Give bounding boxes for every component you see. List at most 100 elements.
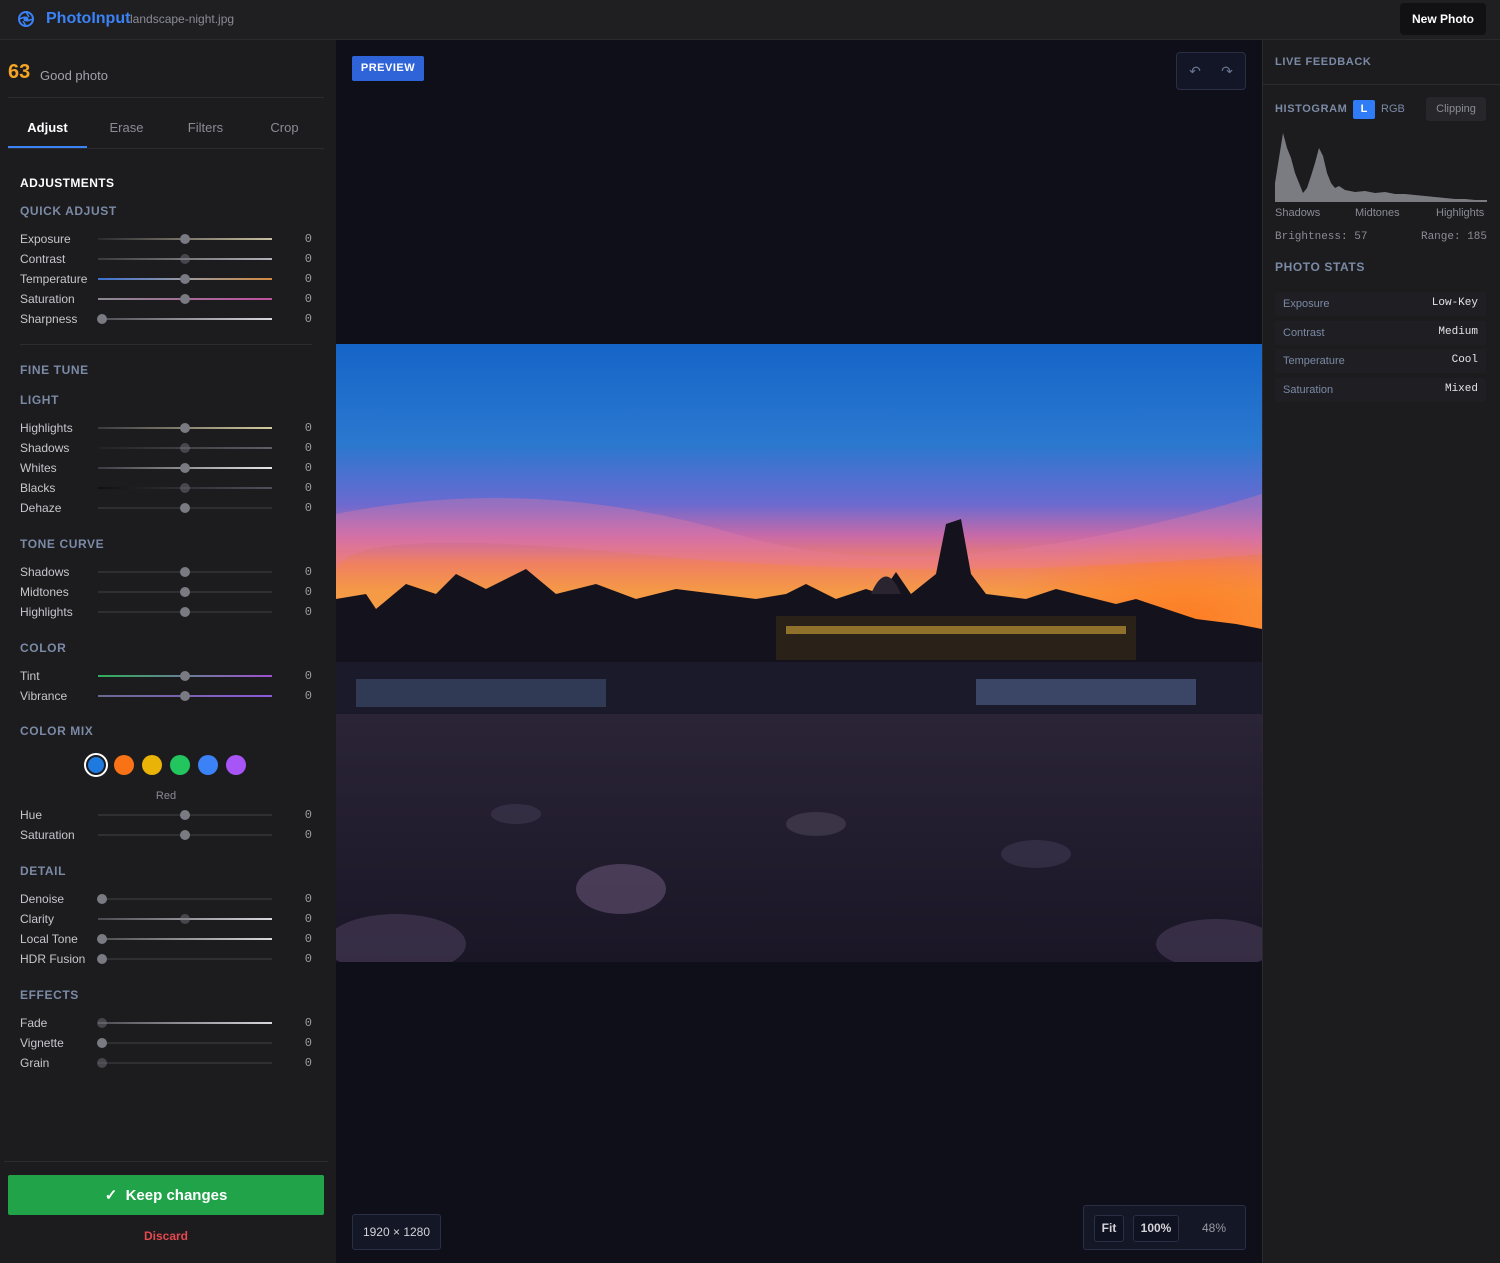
section-effects: EFFECTS bbox=[20, 988, 79, 1002]
slider-value: 0 bbox=[304, 501, 312, 515]
tab-erase[interactable]: Erase bbox=[87, 120, 166, 135]
swatch-orange[interactable] bbox=[114, 755, 134, 775]
image-dimensions: 1920 × 1280 bbox=[352, 1214, 441, 1250]
slider-handle[interactable] bbox=[97, 314, 107, 324]
slider-midtones: Midtones 0 bbox=[20, 585, 316, 599]
photo-preview[interactable] bbox=[336, 344, 1262, 962]
swatch-green[interactable] bbox=[170, 755, 190, 775]
slider-label: Vibrance bbox=[20, 689, 68, 703]
slider-value: 0 bbox=[304, 312, 312, 326]
slider-handle[interactable] bbox=[180, 423, 190, 433]
slider-value: 0 bbox=[304, 565, 312, 579]
slider-handle[interactable] bbox=[97, 934, 107, 944]
slider-tint: Tint 0 bbox=[20, 669, 316, 683]
slider-handle[interactable] bbox=[180, 483, 190, 493]
slider-track[interactable] bbox=[98, 958, 272, 960]
tab-crop[interactable]: Crop bbox=[245, 120, 324, 135]
score-label: Good photo bbox=[40, 68, 108, 83]
slider-handle[interactable] bbox=[180, 234, 190, 244]
histogram-mode-luminance[interactable]: L bbox=[1353, 100, 1375, 119]
slider-value: 0 bbox=[304, 912, 312, 926]
slider-handle[interactable] bbox=[97, 1018, 107, 1028]
range-readout: Range: 185 bbox=[1420, 231, 1487, 243]
slider-value: 0 bbox=[304, 585, 312, 599]
slider-handle[interactable] bbox=[97, 894, 107, 904]
color-mix-selected-label: Red bbox=[155, 790, 177, 802]
color-mix-swatches bbox=[84, 753, 256, 777]
swatch-blue[interactable] bbox=[198, 755, 218, 775]
slider-handle[interactable] bbox=[180, 254, 190, 264]
slider-label: Local Tone bbox=[20, 932, 78, 946]
discard-button[interactable]: Discard bbox=[0, 1229, 332, 1243]
zoom-100-button[interactable]: 100% bbox=[1133, 1215, 1179, 1242]
adjustments-title: ADJUSTMENTS bbox=[20, 176, 115, 190]
slider-handle[interactable] bbox=[180, 914, 190, 924]
slider-label: Sharpness bbox=[20, 312, 78, 326]
slider-track[interactable] bbox=[98, 938, 272, 940]
slider-track[interactable] bbox=[98, 1022, 272, 1024]
slider-handle[interactable] bbox=[180, 830, 190, 840]
zoom-fit-button[interactable]: Fit bbox=[1094, 1215, 1124, 1242]
slider-saturation: Saturation 0 bbox=[20, 828, 316, 842]
slider-track[interactable] bbox=[98, 1042, 272, 1044]
tab-adjust[interactable]: Adjust bbox=[8, 120, 87, 135]
slider-handle[interactable] bbox=[180, 671, 190, 681]
swatch-purple[interactable] bbox=[226, 755, 246, 775]
redo-icon[interactable]: ↷ bbox=[1219, 63, 1235, 79]
slider-handle[interactable] bbox=[180, 503, 190, 513]
stat-value: Mixed bbox=[1444, 383, 1478, 395]
clipping-button[interactable]: Clipping bbox=[1426, 97, 1486, 121]
slider-label: Clarity bbox=[20, 912, 55, 926]
live-feedback-panel: LIVE FEEDBACK HISTOGRAM L RGB Clipping S… bbox=[1262, 40, 1500, 1263]
section-detail: DETAIL bbox=[20, 864, 67, 878]
slider-handle[interactable] bbox=[180, 691, 190, 701]
slider-value: 0 bbox=[304, 292, 312, 306]
slider-local-tone: Local Tone 0 bbox=[20, 932, 316, 946]
slider-handle[interactable] bbox=[180, 463, 190, 473]
slider-label: Saturation bbox=[20, 292, 75, 306]
new-photo-button[interactable]: New Photo bbox=[1400, 3, 1486, 35]
tab-filters[interactable]: Filters bbox=[166, 120, 245, 135]
slider-label: Whites bbox=[20, 461, 57, 475]
slider-whites: Whites 0 bbox=[20, 461, 316, 475]
slider-vignette: Vignette 0 bbox=[20, 1036, 316, 1050]
divider bbox=[8, 97, 324, 98]
slider-handle[interactable] bbox=[180, 607, 190, 617]
slider-label: Shadows bbox=[20, 441, 70, 455]
slider-dehaze: Dehaze 0 bbox=[20, 501, 316, 515]
section-quick-adjust: QUICK ADJUST bbox=[20, 204, 117, 218]
stat-saturation: Saturation Mixed bbox=[1275, 378, 1486, 402]
slider-handle[interactable] bbox=[180, 587, 190, 597]
slider-value: 0 bbox=[304, 952, 312, 966]
slider-handle[interactable] bbox=[180, 567, 190, 577]
slider-track[interactable] bbox=[98, 898, 272, 900]
swatch-red[interactable] bbox=[84, 753, 108, 777]
slider-value: 0 bbox=[304, 232, 312, 246]
stat-key: Exposure bbox=[1283, 298, 1330, 310]
slider-handle[interactable] bbox=[97, 1038, 107, 1048]
slider-handle[interactable] bbox=[180, 294, 190, 304]
slider-grain: Grain 0 bbox=[20, 1056, 316, 1070]
slider-exposure: Exposure 0 bbox=[20, 232, 316, 246]
slider-value: 0 bbox=[304, 421, 312, 435]
slider-handle[interactable] bbox=[180, 274, 190, 284]
histogram-mode-rgb[interactable]: RGB bbox=[1381, 103, 1405, 115]
slider-handle[interactable] bbox=[180, 443, 190, 453]
zoom-controls: Fit 100% 48% bbox=[1083, 1205, 1246, 1250]
slider-temperature: Temperature 0 bbox=[20, 272, 316, 286]
slider-handle[interactable] bbox=[180, 810, 190, 820]
slider-handle[interactable] bbox=[97, 1058, 107, 1068]
swatch-yellow[interactable] bbox=[142, 755, 162, 775]
keep-changes-button[interactable]: ✓ Keep changes bbox=[8, 1175, 324, 1215]
slider-handle[interactable] bbox=[97, 954, 107, 964]
slider-value: 0 bbox=[304, 252, 312, 266]
slider-track[interactable] bbox=[98, 318, 272, 320]
slider-label: Shadows bbox=[20, 565, 70, 579]
slider-value: 0 bbox=[304, 1036, 312, 1050]
undo-icon[interactable]: ↶ bbox=[1187, 63, 1203, 79]
slider-saturation: Saturation 0 bbox=[20, 292, 316, 306]
luminance-histogram bbox=[1275, 133, 1487, 202]
slider-track[interactable] bbox=[98, 1062, 272, 1064]
histogram-title: HISTOGRAM bbox=[1275, 103, 1348, 115]
slider-value: 0 bbox=[304, 461, 312, 475]
